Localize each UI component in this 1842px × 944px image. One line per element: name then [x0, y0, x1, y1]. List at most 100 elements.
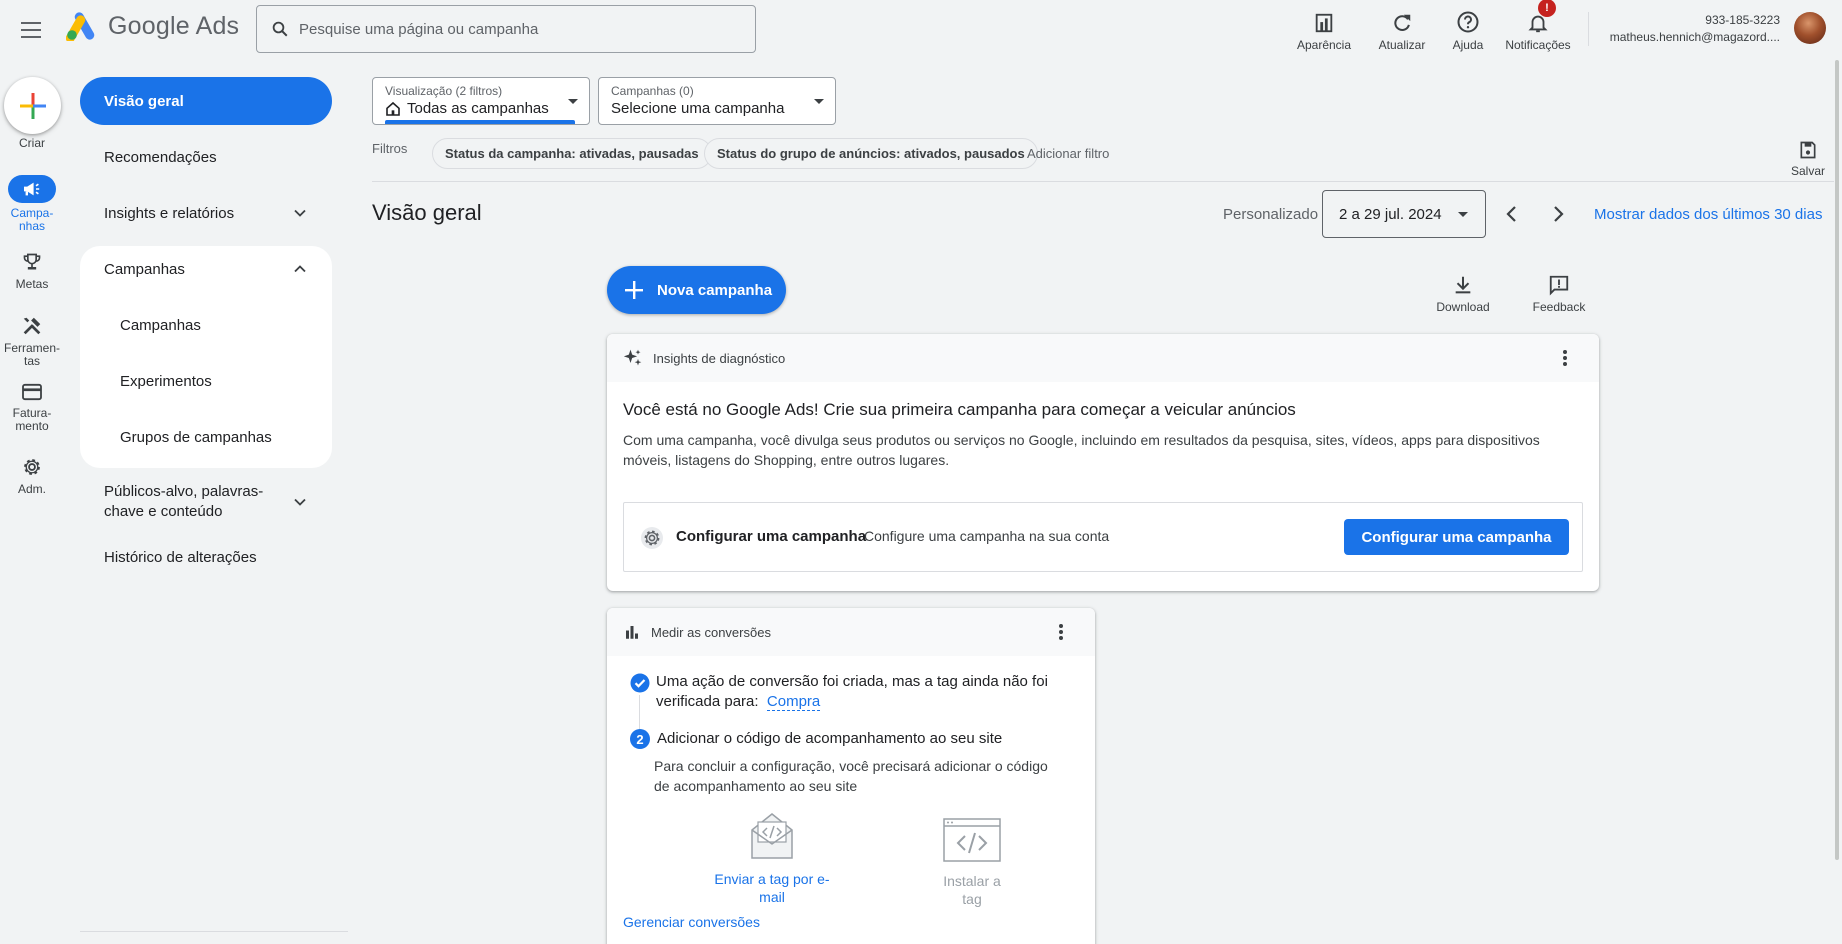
new-campaign-button[interactable]: Nova campanha — [607, 266, 786, 314]
view-dropdown[interactable]: Visualização (2 filtros) Todas as campan… — [372, 77, 590, 125]
feedback-icon — [1549, 275, 1569, 296]
date-range-value: 2 a 29 jul. 2024 — [1339, 205, 1442, 223]
download-label: Download — [1436, 300, 1490, 314]
download-button[interactable]: Download — [1430, 266, 1496, 314]
add-filter-button[interactable]: Adicionar filtro — [1027, 146, 1109, 161]
filters-label: Filtros — [372, 141, 408, 156]
dropdown-arrow-icon — [814, 99, 824, 104]
rail-tools[interactable]: Ferramen- tas — [0, 315, 64, 368]
chevron-down-icon — [294, 498, 306, 506]
card-header-label: Insights de diagnóstico — [653, 350, 786, 366]
more-vert-icon[interactable] — [1051, 622, 1071, 642]
date-mode-label: Personalizado — [1223, 206, 1319, 223]
scrollbar-track[interactable] — [1834, 60, 1842, 860]
campaign-dropdown-label: Campanhas (0) — [611, 84, 694, 98]
help-button[interactable]: Ajuda — [1448, 4, 1488, 52]
refresh-icon — [1394, 14, 1411, 31]
install-tag-option: Instalar a tag — [927, 818, 1017, 908]
measure-conversions-card: Medir as conversões Uma ação de conversã… — [607, 608, 1095, 944]
save-label: Salvar — [1790, 164, 1825, 178]
date-range-picker[interactable]: 2 a 29 jul. 2024 — [1322, 190, 1486, 238]
rail-campaigns[interactable]: Campa- nhas — [0, 175, 64, 233]
rail-billing[interactable]: Fatura- mento — [0, 383, 64, 433]
browser-code-icon — [943, 818, 1001, 862]
bar-chart-icon — [626, 626, 638, 639]
appearance-button[interactable]: Aparência — [1292, 4, 1356, 52]
install-tag-label: Instalar a tag — [943, 873, 1001, 907]
nav-experiments[interactable]: Experimentos — [80, 357, 332, 405]
nav-divider — [80, 931, 348, 932]
avatar[interactable] — [1794, 12, 1826, 44]
account-info[interactable]: 933-185-3223 matheus.hennich@magazord...… — [1600, 12, 1780, 46]
help-icon — [1457, 11, 1479, 33]
setup-campaign-row: Configurar uma campanha Configure uma ca… — [623, 502, 1583, 572]
gear-icon — [641, 527, 663, 549]
create-button[interactable] — [4, 77, 61, 134]
rail-campaigns-label: Campa- nhas — [10, 206, 54, 233]
refresh-label: Atualizar — [1378, 38, 1426, 52]
email-code-icon — [751, 813, 793, 859]
nav-recommendations[interactable]: Recomendações — [80, 133, 332, 181]
search-input[interactable] — [299, 20, 719, 38]
rail-goals[interactable]: Metas — [0, 252, 64, 291]
tools-icon — [23, 317, 41, 335]
search-box[interactable] — [256, 5, 756, 53]
filter-chip-adgroup-status[interactable]: Status do grupo de anúncios: ativados, p… — [704, 138, 1038, 169]
campaign-dropdown-value: Selecione uma campanha — [611, 100, 785, 117]
nav-campaigns[interactable]: Campanhas — [80, 301, 332, 349]
chevron-up-icon — [294, 265, 306, 273]
insight-title: Você está no Google Ads! Crie sua primei… — [623, 400, 1296, 419]
feedback-button[interactable]: Feedback — [1526, 266, 1592, 314]
prev-period-button[interactable] — [1500, 200, 1524, 228]
save-button[interactable]: Salvar — [1788, 130, 1828, 178]
google-ads-logo[interactable]: Google Ads — [66, 12, 239, 41]
filter-chip-campaign-status[interactable]: Status da campanha: ativadas, pausadas — [432, 138, 712, 169]
rail-create-label: Criar — [19, 136, 45, 150]
last-30-days-link[interactable]: Mostrar dados dos últimos 30 dias — [1594, 206, 1822, 223]
rail-admin-label: Adm. — [17, 482, 46, 496]
chevron-down-icon — [294, 209, 306, 217]
nav-overview[interactable]: Visão geral — [80, 77, 332, 125]
help-label: Ajuda — [1452, 38, 1484, 52]
account-phone: 933-185-3223 — [1705, 13, 1780, 27]
notifications-label: Notificações — [1505, 38, 1571, 52]
rail-admin[interactable]: Adm. — [0, 456, 64, 496]
refresh-button[interactable]: Atualizar — [1372, 4, 1432, 52]
nav-change-history[interactable]: Histórico de alterações — [80, 533, 332, 581]
setup-title: Configurar uma campanha — [676, 528, 867, 545]
nav-campaigns-group[interactable]: Campanhas — [80, 245, 332, 293]
rail-goals-label: Metas — [15, 277, 49, 291]
page-title: Visão geral — [372, 200, 482, 225]
download-icon — [1455, 276, 1471, 294]
home-icon — [386, 101, 400, 116]
campaign-dropdown[interactable]: Campanhas (0) Selecione uma campanha — [598, 77, 836, 125]
rail-tools-label: Ferramen- tas — [3, 341, 60, 368]
dropdown-arrow-icon — [1458, 212, 1468, 217]
email-tag-option[interactable]: Enviar a tag por e-mail — [697, 812, 847, 906]
nav-insights-reports[interactable]: Insights e relatórios — [80, 189, 332, 237]
search-icon — [272, 21, 288, 37]
manage-conversions-link[interactable]: Gerenciar conversões — [623, 914, 760, 930]
email-tag-label: Enviar a tag por e-mail — [714, 871, 830, 905]
dropdown-arrow-icon — [568, 99, 578, 104]
next-period-button[interactable] — [1546, 200, 1570, 228]
diagnostic-insights-card: Insights de diagnóstico Você está no Goo… — [607, 334, 1599, 591]
step-connector — [639, 695, 640, 729]
scrollbar-thumb[interactable] — [1835, 60, 1839, 860]
megaphone-icon — [24, 182, 40, 196]
campaigns-pill — [8, 175, 56, 203]
card-header: Medir as conversões — [607, 608, 1095, 656]
rail-billing-label: Fatura- mento — [12, 406, 52, 433]
step2-description: Para concluir a configuração, você preci… — [654, 758, 1048, 794]
step1-link-purchase[interactable]: Compra — [766, 693, 821, 711]
filter-divider — [372, 181, 1842, 182]
trophy-icon — [23, 253, 41, 270]
new-campaign-label: Nova campanha — [657, 281, 773, 299]
nav-audiences[interactable]: Públicos-alvo, palavras-chave e conteúdo — [80, 476, 332, 528]
setup-campaign-button[interactable]: Configurar uma campanha — [1344, 519, 1569, 555]
nav-campaign-groups[interactable]: Grupos de campanhas — [80, 413, 332, 461]
more-vert-icon[interactable] — [1555, 348, 1575, 368]
menu-icon[interactable] — [16, 14, 48, 46]
card-header-label: Medir as conversões — [651, 624, 771, 640]
plus-icon — [625, 281, 643, 299]
